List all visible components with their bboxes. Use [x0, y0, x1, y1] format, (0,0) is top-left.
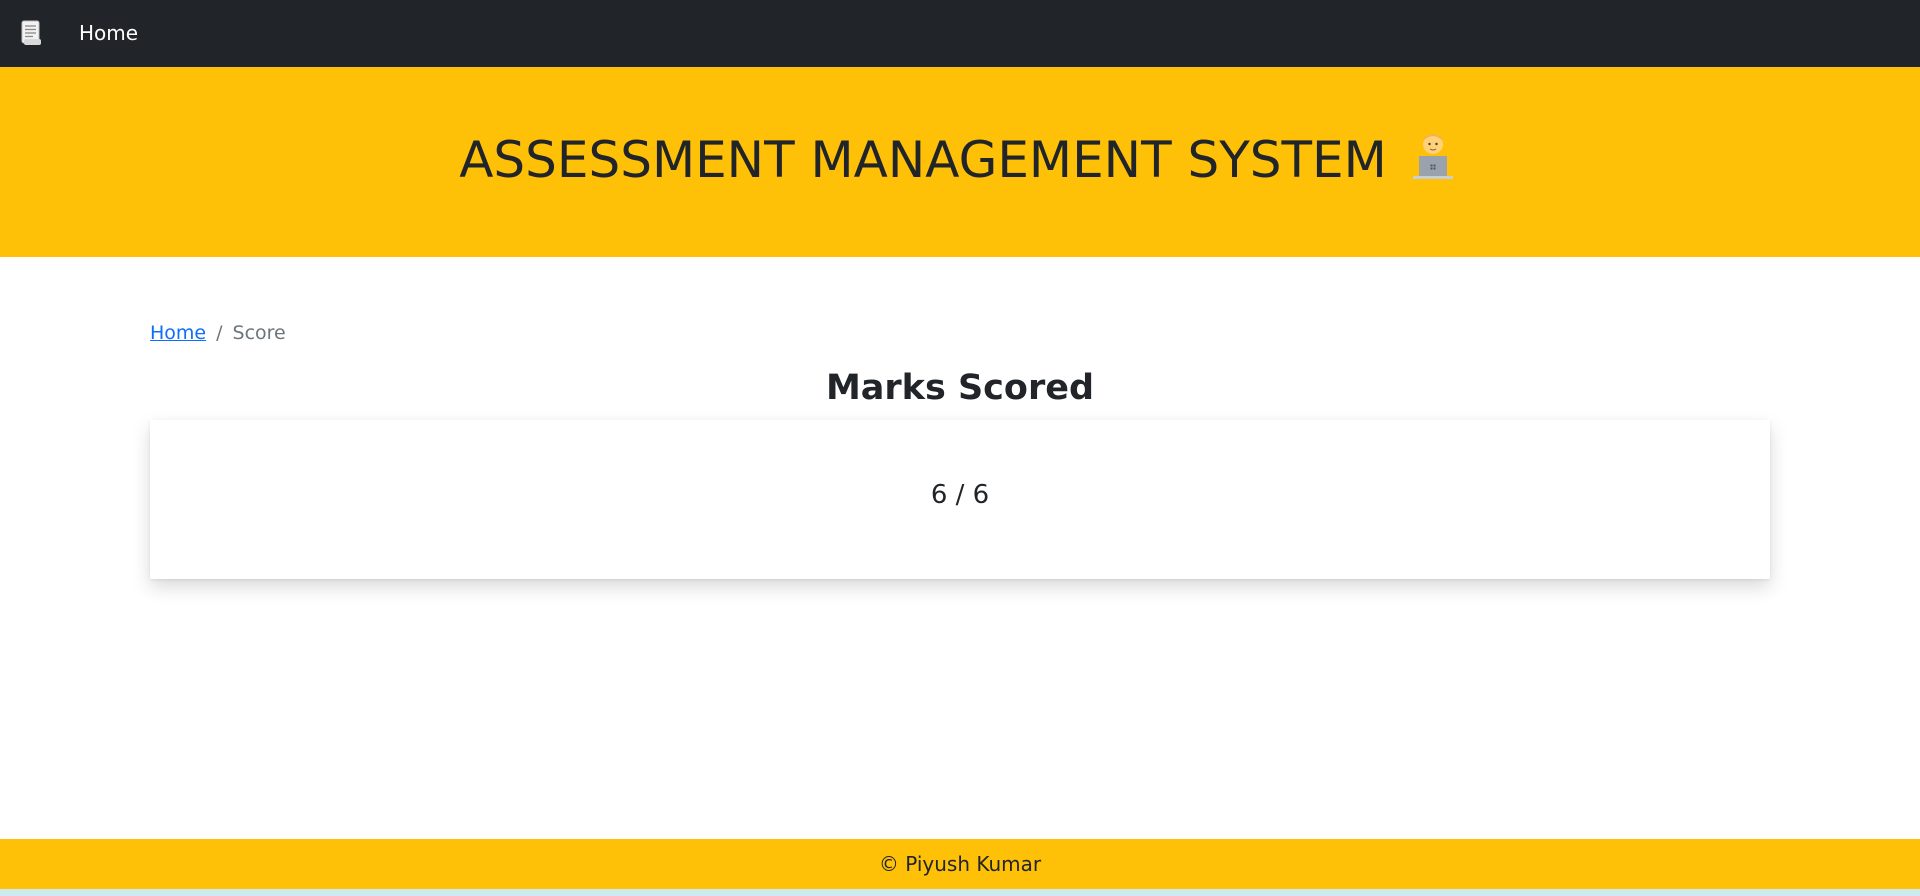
- footer: © Piyush Kumar: [0, 839, 1920, 889]
- hero-title-row: ASSESSMENT MANAGEMENT SYSTEM: [0, 129, 1920, 190]
- section-title: Marks Scored: [825, 368, 1095, 408]
- breadcrumb-home-link[interactable]: Home: [150, 322, 206, 344]
- breadcrumb: Home / Score: [150, 320, 286, 346]
- page-bottom-strip: [0, 889, 1920, 896]
- scroll-document-icon[interactable]: [20, 20, 42, 46]
- page-title: ASSESSMENT MANAGEMENT SYSTEM: [459, 131, 1387, 189]
- breadcrumb-separator: /: [216, 322, 223, 344]
- score-value: 6 / 6: [930, 480, 990, 510]
- score-card: 6 / 6: [150, 420, 1770, 579]
- footer-copyright: © Piyush Kumar: [878, 852, 1042, 876]
- nav-home-link[interactable]: Home: [79, 21, 138, 45]
- top-navbar: Home: [0, 0, 1920, 67]
- breadcrumb-current: Score: [232, 322, 286, 344]
- hero-banner: ASSESSMENT MANAGEMENT SYSTEM: [0, 67, 1920, 257]
- person-at-laptop-icon: [1405, 129, 1461, 185]
